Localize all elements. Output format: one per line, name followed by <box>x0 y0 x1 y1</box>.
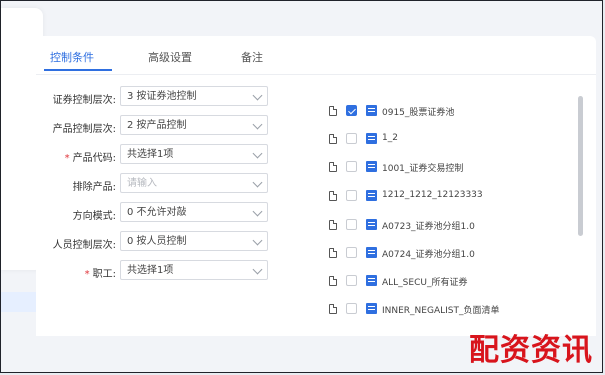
tab-bar: 控制条件 高级设置 备注 <box>36 36 596 75</box>
tab-advanced-settings[interactable]: 高级设置 <box>148 49 192 65</box>
security-pool-list: 0915_股票证券池 1_2 1001_证券交易控制 1212_1212_121… <box>326 100 588 336</box>
checkbox[interactable] <box>346 219 357 230</box>
list-item[interactable]: A0724_证券池分组1.0 <box>326 242 576 268</box>
chevron-down-icon <box>252 90 263 101</box>
field-label-personnel-level: 人员控制层次: <box>52 240 116 251</box>
list-item-label: 0915_股票证券池 <box>382 108 455 118</box>
field-label-direction-mode: 方向模式: <box>72 211 116 222</box>
staff-select[interactable]: 共选择1项 <box>120 260 268 280</box>
checkbox[interactable] <box>346 133 357 144</box>
list-item[interactable]: 0915_股票证券池 <box>326 100 576 126</box>
tab-remarks[interactable]: 备注 <box>241 49 263 65</box>
table-icon <box>366 247 377 258</box>
checkbox[interactable] <box>346 190 357 201</box>
chevron-down-icon <box>252 206 263 217</box>
table-icon <box>366 275 377 286</box>
chevron-down-icon <box>252 119 263 130</box>
document-icon <box>329 248 337 258</box>
chevron-down-icon <box>252 148 263 159</box>
product-code-select[interactable]: 共选择1项 <box>120 144 268 164</box>
document-icon <box>329 191 337 201</box>
watermark-text: 配资资讯 <box>469 333 593 368</box>
table-icon <box>366 161 377 172</box>
list-item-label: 1_2 <box>382 133 398 143</box>
list-item[interactable]: INNER_NEGALIST_负面清单 <box>326 298 576 324</box>
exclude-product-select[interactable]: 请输入 <box>120 173 268 193</box>
table-icon <box>366 105 377 116</box>
checkbox[interactable] <box>346 247 357 258</box>
document-icon <box>329 162 337 172</box>
list-item[interactable]: A0723_证券池分组1.0 <box>326 214 576 240</box>
document-icon <box>329 304 337 314</box>
list-item-label: 1001_证券交易控制 <box>382 164 464 174</box>
field-label-product-code: * 产品代码: <box>64 153 116 164</box>
chevron-down-icon <box>252 264 263 275</box>
list-item[interactable]: ALL_SECU_所有证券 <box>326 270 576 296</box>
list-item-label: A0723_证券池分组1.0 <box>382 222 475 232</box>
list-item[interactable]: 1212_1212_12123333 <box>326 185 576 211</box>
required-mark: * <box>84 269 90 280</box>
checkbox[interactable] <box>346 303 357 314</box>
document-icon <box>329 106 337 116</box>
table-icon <box>366 303 377 314</box>
table-icon <box>366 190 377 201</box>
list-item-label: A0724_证券池分组1.0 <box>382 250 475 260</box>
active-tab-indicator <box>44 69 112 71</box>
checkbox[interactable] <box>346 275 357 286</box>
field-label-security-level: 证券控制层次: <box>52 95 116 106</box>
document-icon <box>329 220 337 230</box>
list-item[interactable]: 1_2 <box>326 128 576 154</box>
personnel-control-level-select[interactable]: 0 按人员控制 <box>120 231 268 251</box>
field-label-product-level: 产品控制层次: <box>52 124 116 135</box>
checkbox[interactable] <box>346 161 357 172</box>
product-control-level-select[interactable]: 2 按产品控制 <box>120 115 268 135</box>
table-icon <box>366 133 377 144</box>
direction-mode-select[interactable]: 0 不允许对敲 <box>120 202 268 222</box>
required-mark: * <box>64 153 70 164</box>
list-item[interactable]: 1001_证券交易控制 <box>326 156 576 182</box>
security-control-level-select[interactable]: 3 按证券池控制 <box>120 86 268 106</box>
list-item-label: ALL_SECU_所有证券 <box>382 278 468 288</box>
chevron-down-icon <box>252 177 263 188</box>
table-icon <box>366 219 377 230</box>
list-item-label: 1212_1212_12123333 <box>382 190 483 200</box>
field-label-exclude-product: 排除产品: <box>72 182 116 193</box>
chevron-down-icon <box>252 235 263 246</box>
document-icon <box>329 276 337 286</box>
list-item-label: INNER_NEGALIST_负面清单 <box>382 306 500 316</box>
list-scrollbar[interactable] <box>578 96 583 236</box>
tab-control-conditions[interactable]: 控制条件 <box>50 49 94 65</box>
checkbox[interactable] <box>346 105 357 116</box>
document-icon <box>329 134 337 144</box>
field-label-staff: * 职工: <box>84 269 116 280</box>
